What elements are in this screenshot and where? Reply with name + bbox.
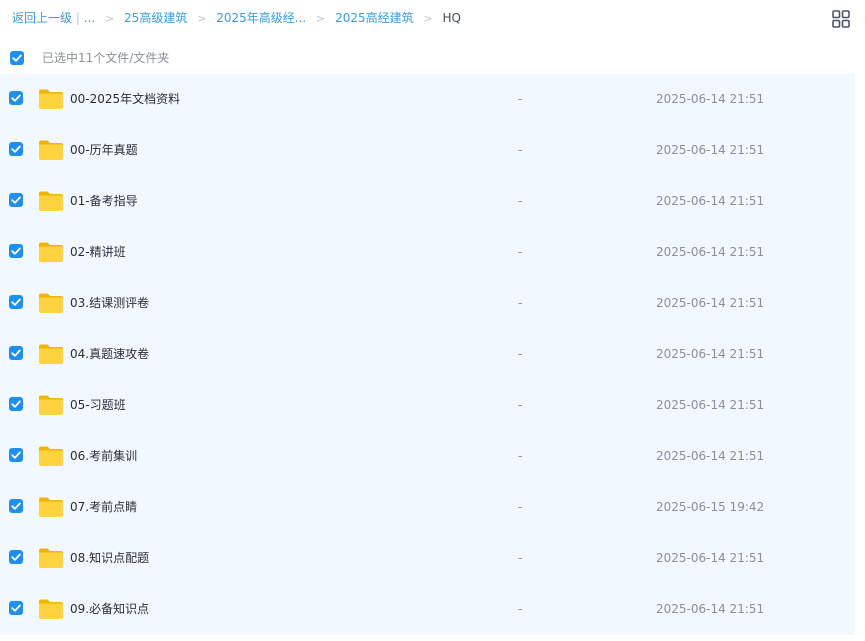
row-checkbox[interactable] [9,193,23,207]
file-date: 2025-06-14 21:51 [656,245,765,259]
file-size: - [518,194,523,208]
file-date: 2025-06-14 21:51 [656,143,765,157]
file-size: - [518,398,523,412]
top-bar: 返回上一级 | ... > 25高级建筑 > 2025年高级经... > 202… [0,0,865,36]
file-date: 2025-06-14 21:51 [656,398,765,412]
folder-icon [38,190,64,212]
breadcrumb-separator: > [197,12,207,25]
check-icon [11,145,21,153]
file-name[interactable]: 08.知识点配题 [70,550,149,566]
file-list: 00-2025年文档资料 - 2025-06-14 21:51 00-历年真题 - 202… [0,74,855,635]
row-checkbox[interactable] [9,142,23,156]
check-icon [11,94,21,102]
breadcrumb: 返回上一级 | ... > 25高级建筑 > 2025年高级经... > 202… [12,10,461,27]
file-name[interactable]: 05-习题班 [70,397,126,413]
file-size: - [518,143,523,157]
breadcrumb-current: HQ [442,11,461,25]
check-icon [11,247,21,255]
folder-icon [38,496,64,518]
file-name[interactable]: 04.真题速攻卷 [70,346,149,362]
file-date: 2025-06-14 21:51 [656,602,765,616]
check-icon [12,54,22,62]
file-size: - [518,602,523,616]
file-row[interactable]: 00-2025年文档资料 - 2025-06-14 21:51 [0,74,855,125]
file-date: 2025-06-14 21:51 [656,551,765,565]
row-checkbox[interactable] [9,295,23,309]
file-name[interactable]: 01-备考指导 [70,193,138,209]
file-date: 2025-06-14 21:51 [656,296,765,310]
row-checkbox[interactable] [9,91,23,105]
file-name[interactable]: 06.考前集训 [70,448,137,464]
folder-icon [38,547,64,569]
file-row[interactable]: 03.结课测评卷 - 2025-06-14 21:51 [0,278,855,329]
folder-icon [38,139,64,161]
file-size: - [518,449,523,463]
breadcrumb-pipe: | [75,11,80,25]
file-browser: 返回上一级 | ... > 25高级建筑 > 2025年高级经... > 202… [0,0,865,641]
file-name[interactable]: 00-历年真题 [70,142,138,158]
select-all-checkbox[interactable] [10,51,24,65]
check-icon [11,196,21,204]
file-date: 2025-06-14 21:51 [656,194,765,208]
file-name[interactable]: 03.结课测评卷 [70,295,149,311]
folder-icon [38,445,64,467]
check-icon [11,553,21,561]
file-row[interactable]: 08.知识点配题 - 2025-06-14 21:51 [0,533,855,584]
row-checkbox[interactable] [9,601,23,615]
check-icon [11,298,21,306]
file-row[interactable]: 02-精讲班 - 2025-06-14 21:51 [0,227,855,278]
check-icon [11,451,21,459]
file-name[interactable]: 02-精讲班 [70,244,126,260]
folder-icon [38,292,64,314]
file-name[interactable]: 09.必备知识点 [70,601,149,617]
file-row[interactable]: 04.真题速攻卷 - 2025-06-14 21:51 [0,329,855,380]
folder-icon [38,598,64,620]
file-name[interactable]: 00-2025年文档资料 [70,91,180,107]
breadcrumb-separator: > [423,12,433,25]
check-icon [11,349,21,357]
file-row[interactable]: 01-备考指导 - 2025-06-14 21:51 [0,176,855,227]
breadcrumb-separator: > [105,12,115,25]
file-date: 2025-06-14 21:51 [656,449,765,463]
row-checkbox[interactable] [9,397,23,411]
row-checkbox[interactable] [9,244,23,258]
file-name[interactable]: 07.考前点睛 [70,499,137,515]
breadcrumb-item-2025-building[interactable]: 2025高经建筑 [335,11,414,25]
file-size: - [518,296,523,310]
file-date: 2025-06-14 21:51 [656,92,765,106]
breadcrumb-item-25[interactable]: 25高级建筑 [124,11,187,25]
check-icon [11,604,21,612]
file-date: 2025-06-14 21:51 [656,347,765,361]
file-size: - [518,92,523,106]
check-icon [11,502,21,510]
file-row[interactable]: 09.必备知识点 - 2025-06-14 21:51 [0,584,855,635]
file-row[interactable]: 06.考前集训 - 2025-06-14 21:51 [0,431,855,482]
row-checkbox[interactable] [9,448,23,462]
file-row[interactable]: 05-习题班 - 2025-06-14 21:51 [0,380,855,431]
file-size: - [518,551,523,565]
row-checkbox[interactable] [9,499,23,513]
back-link[interactable]: 返回上一级 [12,11,72,25]
file-size: - [518,500,523,514]
breadcrumb-separator: > [316,12,326,25]
file-row[interactable]: 07.考前点睛 - 2025-06-15 19:42 [0,482,855,533]
file-size: - [518,347,523,361]
breadcrumb-ellipsis[interactable]: ... [84,11,95,25]
grid-view-icon[interactable] [831,9,851,29]
check-icon [11,400,21,408]
folder-icon [38,394,64,416]
breadcrumb-item-2025-level[interactable]: 2025年高级经... [216,11,306,25]
file-date: 2025-06-15 19:42 [656,500,765,514]
row-checkbox[interactable] [9,346,23,360]
selection-count: 已选中11个文件/文件夹 [42,51,170,65]
folder-icon [38,343,64,365]
folder-icon [38,88,64,110]
file-row[interactable]: 00-历年真题 - 2025-06-14 21:51 [0,125,855,176]
folder-icon [38,241,64,263]
file-size: - [518,245,523,259]
row-checkbox[interactable] [9,550,23,564]
selection-bar: 已选中11个文件/文件夹 [0,44,865,72]
